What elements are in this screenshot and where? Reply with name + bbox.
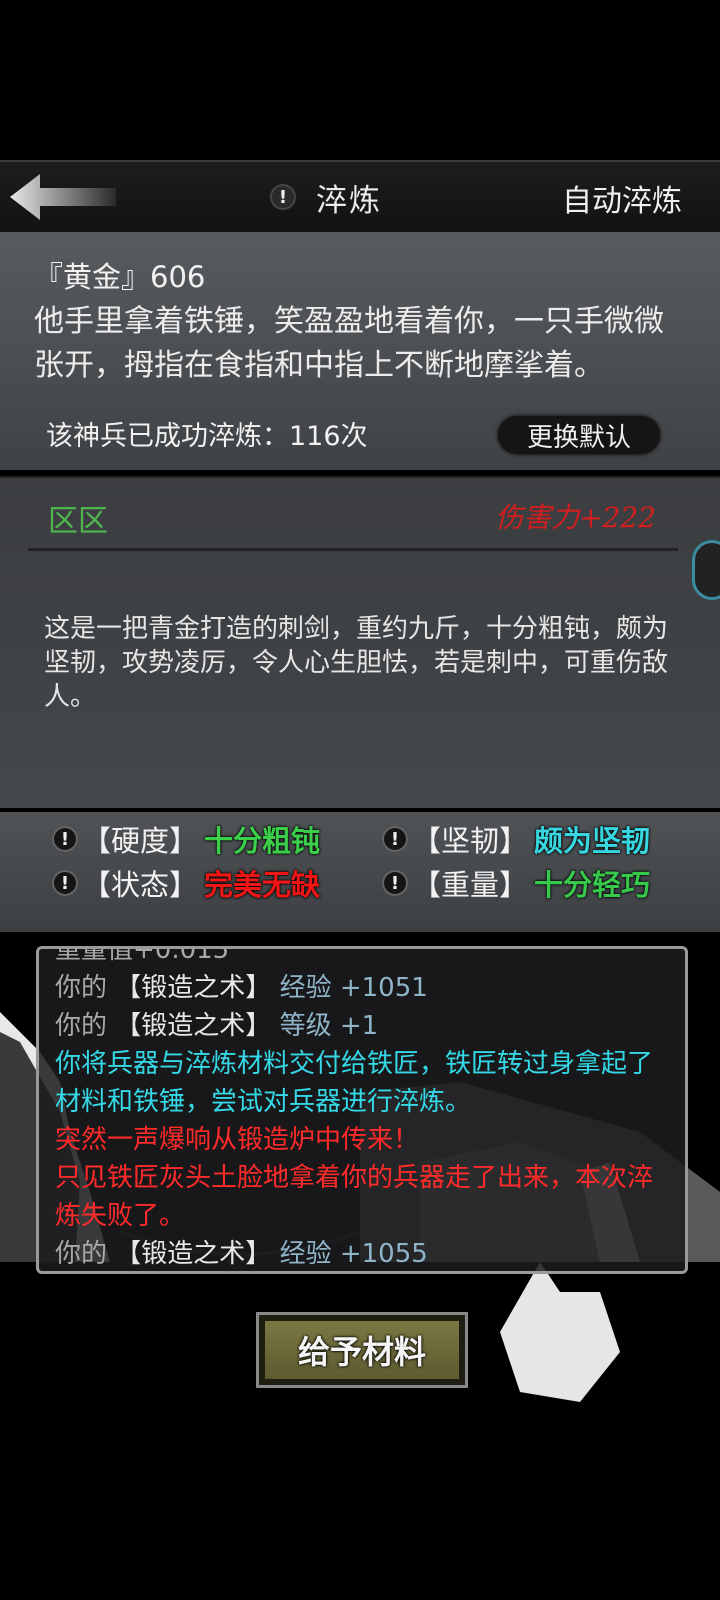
log-line: 你的 【锻造之术】 等级 +1 (55, 1007, 675, 1045)
side-tab-handle[interactable] (692, 540, 720, 600)
log-line: 你的 【锻造之术】 经验 +1051 (55, 969, 675, 1007)
attr-label: 【硬度】 (82, 824, 199, 858)
refine-count: 该神兵已成功淬炼：116次 (46, 421, 368, 452)
log-line: 你的 【锻造之术】 经验 +1055 (55, 1235, 675, 1271)
event-log[interactable]: 重量值+0.015 你的 【锻造之术】 经验 +1051 你的 【锻造之术】 等… (36, 946, 688, 1274)
exclamation-icon[interactable]: ! (52, 870, 78, 896)
attr-value: 颇为坚韧 (534, 824, 651, 858)
log-content: 重量值+0.015 你的 【锻造之术】 经验 +1051 你的 【锻造之术】 等… (55, 946, 675, 1271)
top-bar: ! 淬炼 自动淬炼 (0, 160, 720, 234)
attr-state: ! 【状态】 完美无缺 (52, 862, 320, 904)
log-text: 你的 (55, 1239, 108, 1269)
attr-value: 十分粗钝 (204, 824, 321, 858)
attr-label: 【坚韧】 (412, 824, 529, 858)
attr-hardness: ! 【硬度】 十分粗钝 (52, 818, 320, 860)
log-line: 突然一声爆响从锻造炉中传来！ (55, 1125, 420, 1155)
npc-name: 『黄金』606 (34, 260, 206, 294)
log-exp: 经验 +1051 (279, 973, 428, 1003)
swap-default-button[interactable]: 更换默认 (498, 416, 660, 454)
exclamation-icon[interactable]: ! (382, 870, 408, 896)
log-line: 重量值+0.015 (55, 946, 230, 965)
weapon-name: 区区 (48, 504, 108, 539)
weapon-damage: 伤害力+222 (495, 501, 656, 534)
log-skill-name: 【锻造之术】 (115, 973, 272, 1003)
npc-description: 他手里拿着铁锤，笑盈盈地看着你，一只手微微张开，拇指在食指和中指上不断地摩挲着。 (34, 304, 664, 383)
refine-screen: ! 淬炼 自动淬炼 『黄金』606 他手里拿着铁锤，笑盈盈地看着你，一只手微微张… (0, 0, 720, 1600)
blacksmith-panel: 『黄金』606 他手里拿着铁锤，笑盈盈地看着你，一只手微微张开，拇指在食指和中指… (0, 232, 720, 470)
give-materials-button[interactable]: 给予材料 (256, 1312, 468, 1388)
title-group: ! 淬炼 (270, 162, 382, 232)
attr-toughness: ! 【坚韧】 颇为坚韧 (382, 818, 650, 860)
log-text: 你的 (55, 973, 108, 1003)
attr-label: 【重量】 (412, 868, 529, 902)
attr-weight: ! 【重量】 十分轻巧 (382, 862, 650, 904)
attributes-panel: ! 【硬度】 十分粗钝 ! 【坚韧】 颇为坚韧 ! 【状态】 完美无缺 ! 【重… (0, 812, 720, 932)
exclamation-icon[interactable]: ! (382, 826, 408, 852)
weapon-panel: 区区 伤害力+222 这是一把青金打造的刺剑，重约九斤，十分粗钝，颇为坚韧，攻势… (0, 476, 720, 808)
log-line: 只见铁匠灰头土脸地拿着你的兵器走了出来，本次淬炼失败了。 (55, 1163, 654, 1231)
attr-label: 【状态】 (82, 868, 199, 902)
log-skill-name: 【锻造之术】 (115, 1239, 272, 1269)
attr-value: 完美无缺 (204, 868, 321, 902)
auto-refine-button[interactable]: 自动淬炼 (562, 176, 682, 220)
log-exp: 等级 +1 (279, 1011, 379, 1041)
divider (28, 548, 678, 551)
back-button[interactable] (8, 170, 118, 224)
attr-value: 十分轻巧 (534, 868, 651, 902)
weapon-description: 这是一把青金打造的刺剑，重约九斤，十分粗钝，颇为坚韧，攻势凌厉，令人心生胆怯，若… (44, 614, 669, 712)
log-text: 你的 (55, 1011, 108, 1041)
exclamation-icon[interactable]: ! (270, 184, 296, 210)
give-materials-label: 给予材料 (265, 1321, 459, 1379)
log-exp: 经验 +1055 (279, 1239, 428, 1269)
page-title: 淬炼 (316, 182, 382, 219)
log-skill-name: 【锻造之术】 (115, 1011, 272, 1041)
log-line: 你将兵器与淬炼材料交付给铁匠，铁匠转过身拿起了材料和铁锤，尝试对兵器进行淬炼。 (55, 1049, 654, 1117)
exclamation-icon[interactable]: ! (52, 826, 78, 852)
back-arrow-icon (10, 174, 116, 220)
